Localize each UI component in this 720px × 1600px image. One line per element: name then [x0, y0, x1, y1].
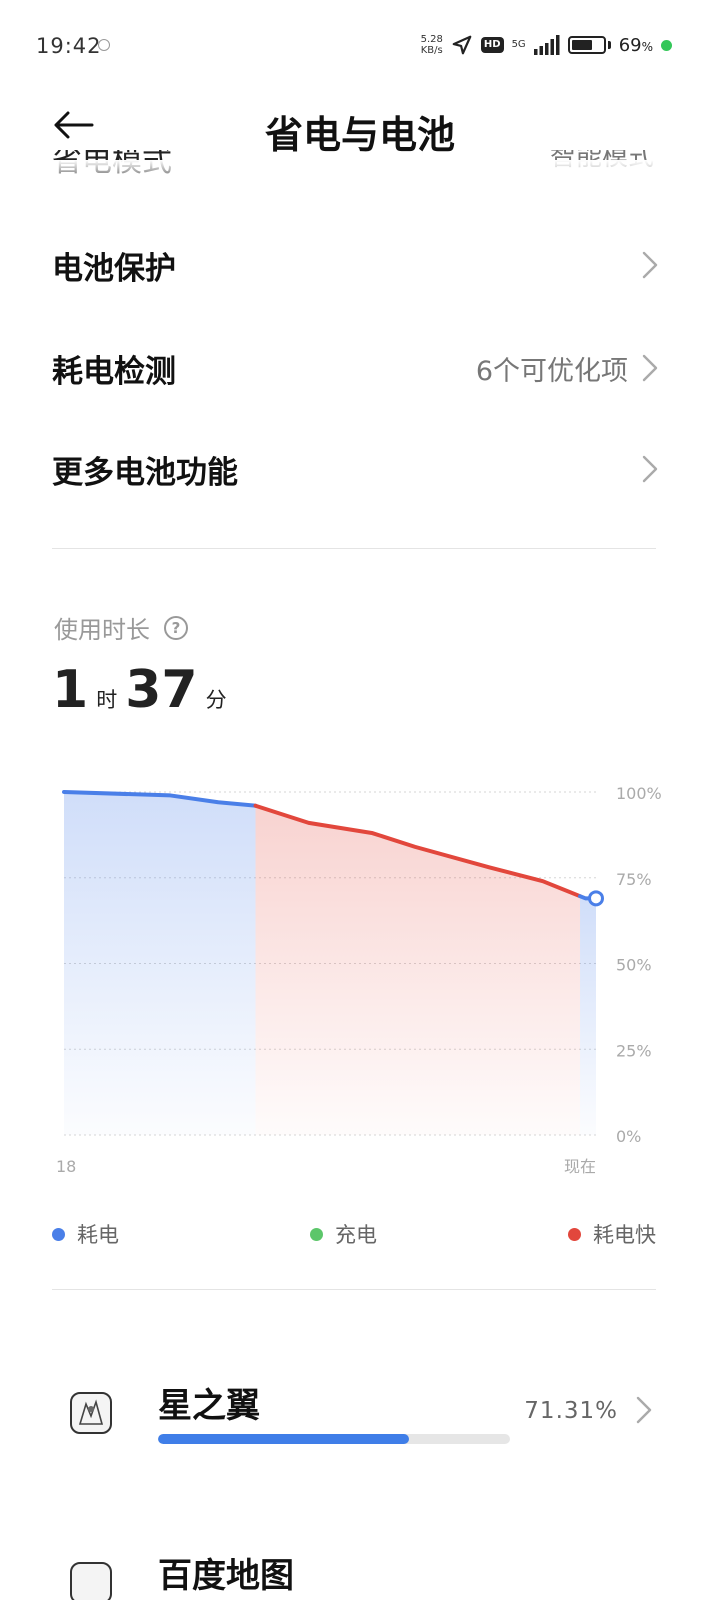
battery-icon: [567, 36, 606, 54]
setting-label: 更多电池功能: [52, 454, 238, 491]
legend-dot: [52, 1227, 65, 1241]
drain-area: [64, 792, 256, 1135]
app-name: 星之翼: [158, 1386, 260, 1426]
x-tick-label-start: 18: [56, 1157, 76, 1176]
network-type: 5G: [511, 39, 526, 50]
help-icon[interactable]: ?: [164, 615, 188, 640]
legend-item-fast-drain: 耗电快: [568, 1219, 656, 1249]
usage-hours-unit: 时: [96, 688, 118, 712]
signal-icon: [533, 35, 560, 55]
back-arrow-icon: [54, 111, 94, 139]
legend-item-normal: 耗电: [52, 1219, 119, 1249]
fast-drain-area: [255, 805, 581, 1135]
setting-row-more-battery-features[interactable]: 更多电池功能: [52, 424, 658, 514]
section-divider: [52, 548, 656, 549]
legend-dot: [568, 1227, 581, 1241]
app-usage-bar: [158, 1434, 510, 1444]
y-tick-label: 0%: [616, 1127, 641, 1146]
app-usage-percent: 71.31%: [524, 1398, 618, 1424]
y-tick-label: 50%: [616, 956, 652, 975]
usage-minutes-unit: 分: [205, 688, 227, 712]
drain-area: [580, 896, 596, 1135]
current-level-marker: [588, 890, 604, 907]
network-speed-unit: KB/s: [420, 45, 443, 56]
app-name: 百度地图: [158, 1556, 294, 1596]
chart-legend: 耗电 充电 耗电快: [52, 1218, 656, 1250]
chevron-right-icon: [636, 1396, 652, 1428]
status-icons: 5.28 KB/s HD 5G 69%: [421, 30, 672, 60]
privacy-indicator-dot: [661, 39, 672, 51]
y-tick-label: 100%: [616, 784, 662, 803]
legend-label: 充电: [335, 1223, 377, 1247]
y-tick-label: 75%: [616, 870, 652, 889]
network-speed-value: 5.28: [420, 34, 443, 45]
battery-percent: 69%: [618, 34, 653, 56]
chevron-right-icon: [642, 354, 658, 382]
x-tick-label-end: 现在: [564, 1157, 596, 1176]
setting-row-power-detection[interactable]: 耗电检测 6个可优化项: [52, 323, 658, 413]
app-usage-row[interactable]: 百度地图: [52, 1536, 658, 1600]
app-usage-bar-fill: [158, 1434, 409, 1444]
network-speed: 5.28 KB/s: [421, 34, 443, 56]
setting-value: 6个可优化项: [475, 355, 628, 387]
legend-label: 耗电快: [593, 1223, 656, 1247]
usage-duration-label: 使用时长 ?: [54, 610, 188, 645]
scroll-fade: [0, 160, 720, 188]
usage-minutes: 37: [125, 660, 198, 720]
status-bar: 19:42 5.28 KB/s HD 5G 69%: [0, 0, 720, 90]
legend-dot: [310, 1227, 323, 1241]
setting-label: 电池保护: [52, 250, 176, 287]
battery-level: [571, 40, 593, 50]
usage-hours: 1: [52, 660, 89, 720]
app-usage-row[interactable]: 星之翼 71.31%: [52, 1366, 658, 1466]
section-divider: [52, 1289, 656, 1290]
legend-item-charging: 充电: [310, 1219, 377, 1249]
app-icon: [70, 1562, 112, 1600]
setting-label: 耗电检测: [52, 353, 176, 390]
app-icon: [70, 1392, 112, 1434]
legend-label: 耗电: [77, 1223, 119, 1247]
setting-row-battery-protection[interactable]: 电池保护: [52, 220, 658, 310]
notification-dot-icon: [98, 39, 110, 51]
usage-duration-value: 1 时 37 分: [52, 660, 235, 720]
status-time: 19:42: [36, 34, 102, 58]
y-tick-label: 25%: [616, 1041, 652, 1060]
battery-nub: [607, 41, 611, 49]
back-button[interactable]: [48, 102, 98, 148]
location-icon: [452, 35, 472, 55]
chevron-right-icon: [642, 251, 658, 279]
chevron-right-icon: [642, 455, 658, 483]
hd-badge: HD: [480, 37, 504, 53]
usage-label-text: 使用时长: [54, 616, 150, 644]
battery-level-chart: 100% 75% 50% 25% 0% 18 现在: [56, 784, 662, 1176]
